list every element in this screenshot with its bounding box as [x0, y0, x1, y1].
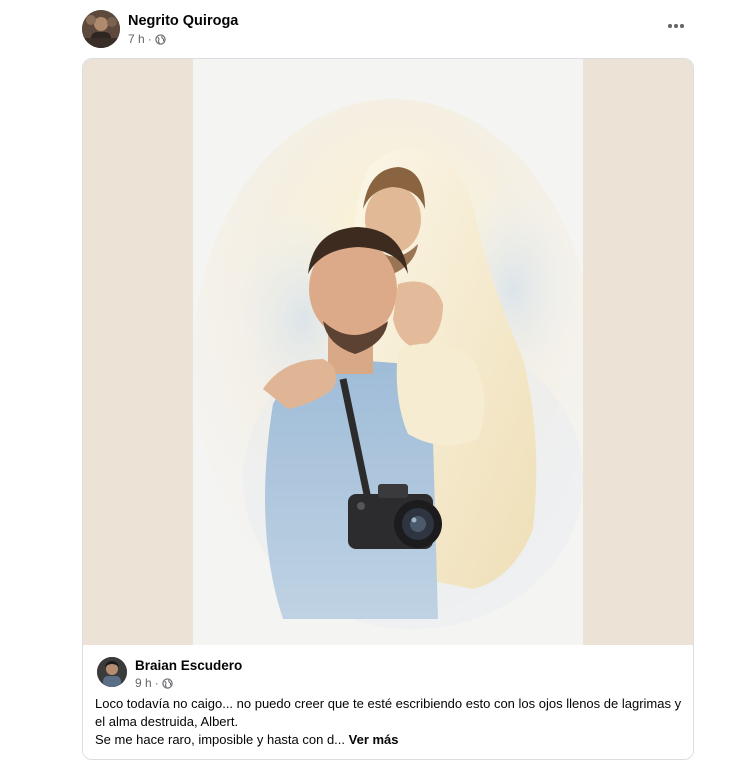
globe-icon: [162, 677, 173, 689]
shared-text-line-2: Se me hace raro, imposible y hasta con d…: [95, 731, 685, 749]
post-header-text: Negrito Quiroga 7 h ·: [128, 12, 238, 47]
meta-separator: ·: [147, 32, 152, 46]
shared-author-name[interactable]: Braian Escudero: [135, 657, 242, 674]
shared-post-image[interactable]: [83, 59, 693, 645]
shared-post-header: Braian Escudero 9 h ·: [97, 657, 397, 693]
shared-text-truncated: Se me hace raro, imposible y hasta con d…: [95, 732, 346, 747]
shared-post-text: Loco todavía no caigo... no puedo creer …: [95, 695, 685, 749]
more-horizontal-icon: [668, 24, 672, 28]
watercolor-painting-image: [193, 59, 583, 645]
shared-post-card[interactable]: Braian Escudero 9 h · Loco todavía no ca…: [82, 58, 694, 760]
more-dot: [674, 24, 678, 28]
author-name[interactable]: Negrito Quiroga: [128, 12, 238, 30]
post-meta: 7 h ·: [128, 31, 238, 47]
globe-icon: [155, 33, 166, 45]
shared-author-avatar[interactable]: [97, 657, 127, 687]
see-more-link[interactable]: Ver más: [349, 732, 399, 747]
shared-post-meta: 9 h ·: [135, 675, 242, 691]
author-avatar[interactable]: [82, 10, 120, 48]
shared-post-body: Braian Escudero 9 h · Loco todavía no ca…: [83, 645, 693, 759]
post-header: Negrito Quiroga 7 h ·: [82, 10, 692, 54]
post-card: Negrito Quiroga 7 h · Braian Escudero 9 …: [70, 0, 705, 769]
shared-header-text: Braian Escudero 9 h ·: [135, 657, 242, 691]
more-dot: [680, 24, 684, 28]
post-time[interactable]: 7 h: [128, 31, 145, 47]
shared-post-time[interactable]: 9 h: [135, 675, 152, 691]
shared-text-line-1: Loco todavía no caigo... no puedo creer …: [95, 696, 682, 729]
more-options-button[interactable]: [662, 16, 690, 36]
meta-separator: ·: [154, 676, 159, 690]
